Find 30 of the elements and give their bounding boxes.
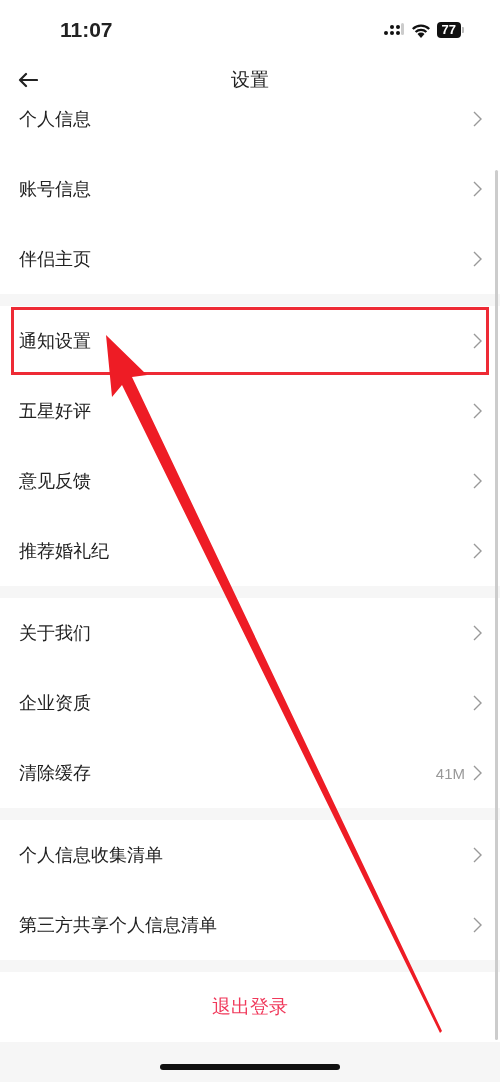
page-title: 设置 bbox=[231, 67, 269, 92]
battery-icon: 77 bbox=[436, 22, 464, 38]
settings-item[interactable]: 企业资质 bbox=[0, 668, 500, 738]
chevron-icon bbox=[473, 181, 482, 197]
settings-item[interactable]: 关于我们 bbox=[0, 598, 500, 668]
settings-item[interactable]: 清除缓存 41M bbox=[0, 738, 500, 808]
chevron-icon bbox=[473, 847, 482, 863]
signal-icon bbox=[382, 23, 405, 37]
wifi-icon bbox=[410, 22, 431, 38]
settings-item[interactable]: 推荐婚礼纪 bbox=[0, 516, 500, 586]
chevron-icon bbox=[473, 917, 482, 933]
settings-item[interactable]: 第三方共享个人信息清单 bbox=[0, 890, 500, 960]
settings-item[interactable]: 意见反馈 bbox=[0, 446, 500, 516]
chevron-icon bbox=[473, 765, 482, 781]
chevron-icon bbox=[473, 333, 482, 349]
settings-item[interactable]: 伴侣主页 bbox=[0, 224, 500, 294]
chevron-icon bbox=[473, 111, 482, 127]
chevron-icon bbox=[473, 251, 482, 267]
chevron-icon bbox=[473, 695, 482, 711]
chevron-icon bbox=[473, 543, 482, 559]
settings-item[interactable]: 五星好评 bbox=[0, 376, 500, 446]
settings-item[interactable]: 通知设置 bbox=[10, 306, 490, 376]
back-button[interactable] bbox=[16, 70, 40, 90]
chevron-icon bbox=[473, 403, 482, 419]
status-time: 11:07 bbox=[60, 18, 113, 42]
chevron-icon bbox=[473, 473, 482, 489]
settings-item[interactable]: 个人信息收集清单 bbox=[0, 820, 500, 890]
settings-item[interactable]: 个人信息 bbox=[0, 100, 500, 154]
settings-item[interactable]: 账号信息 bbox=[0, 154, 500, 224]
chevron-icon bbox=[473, 625, 482, 641]
